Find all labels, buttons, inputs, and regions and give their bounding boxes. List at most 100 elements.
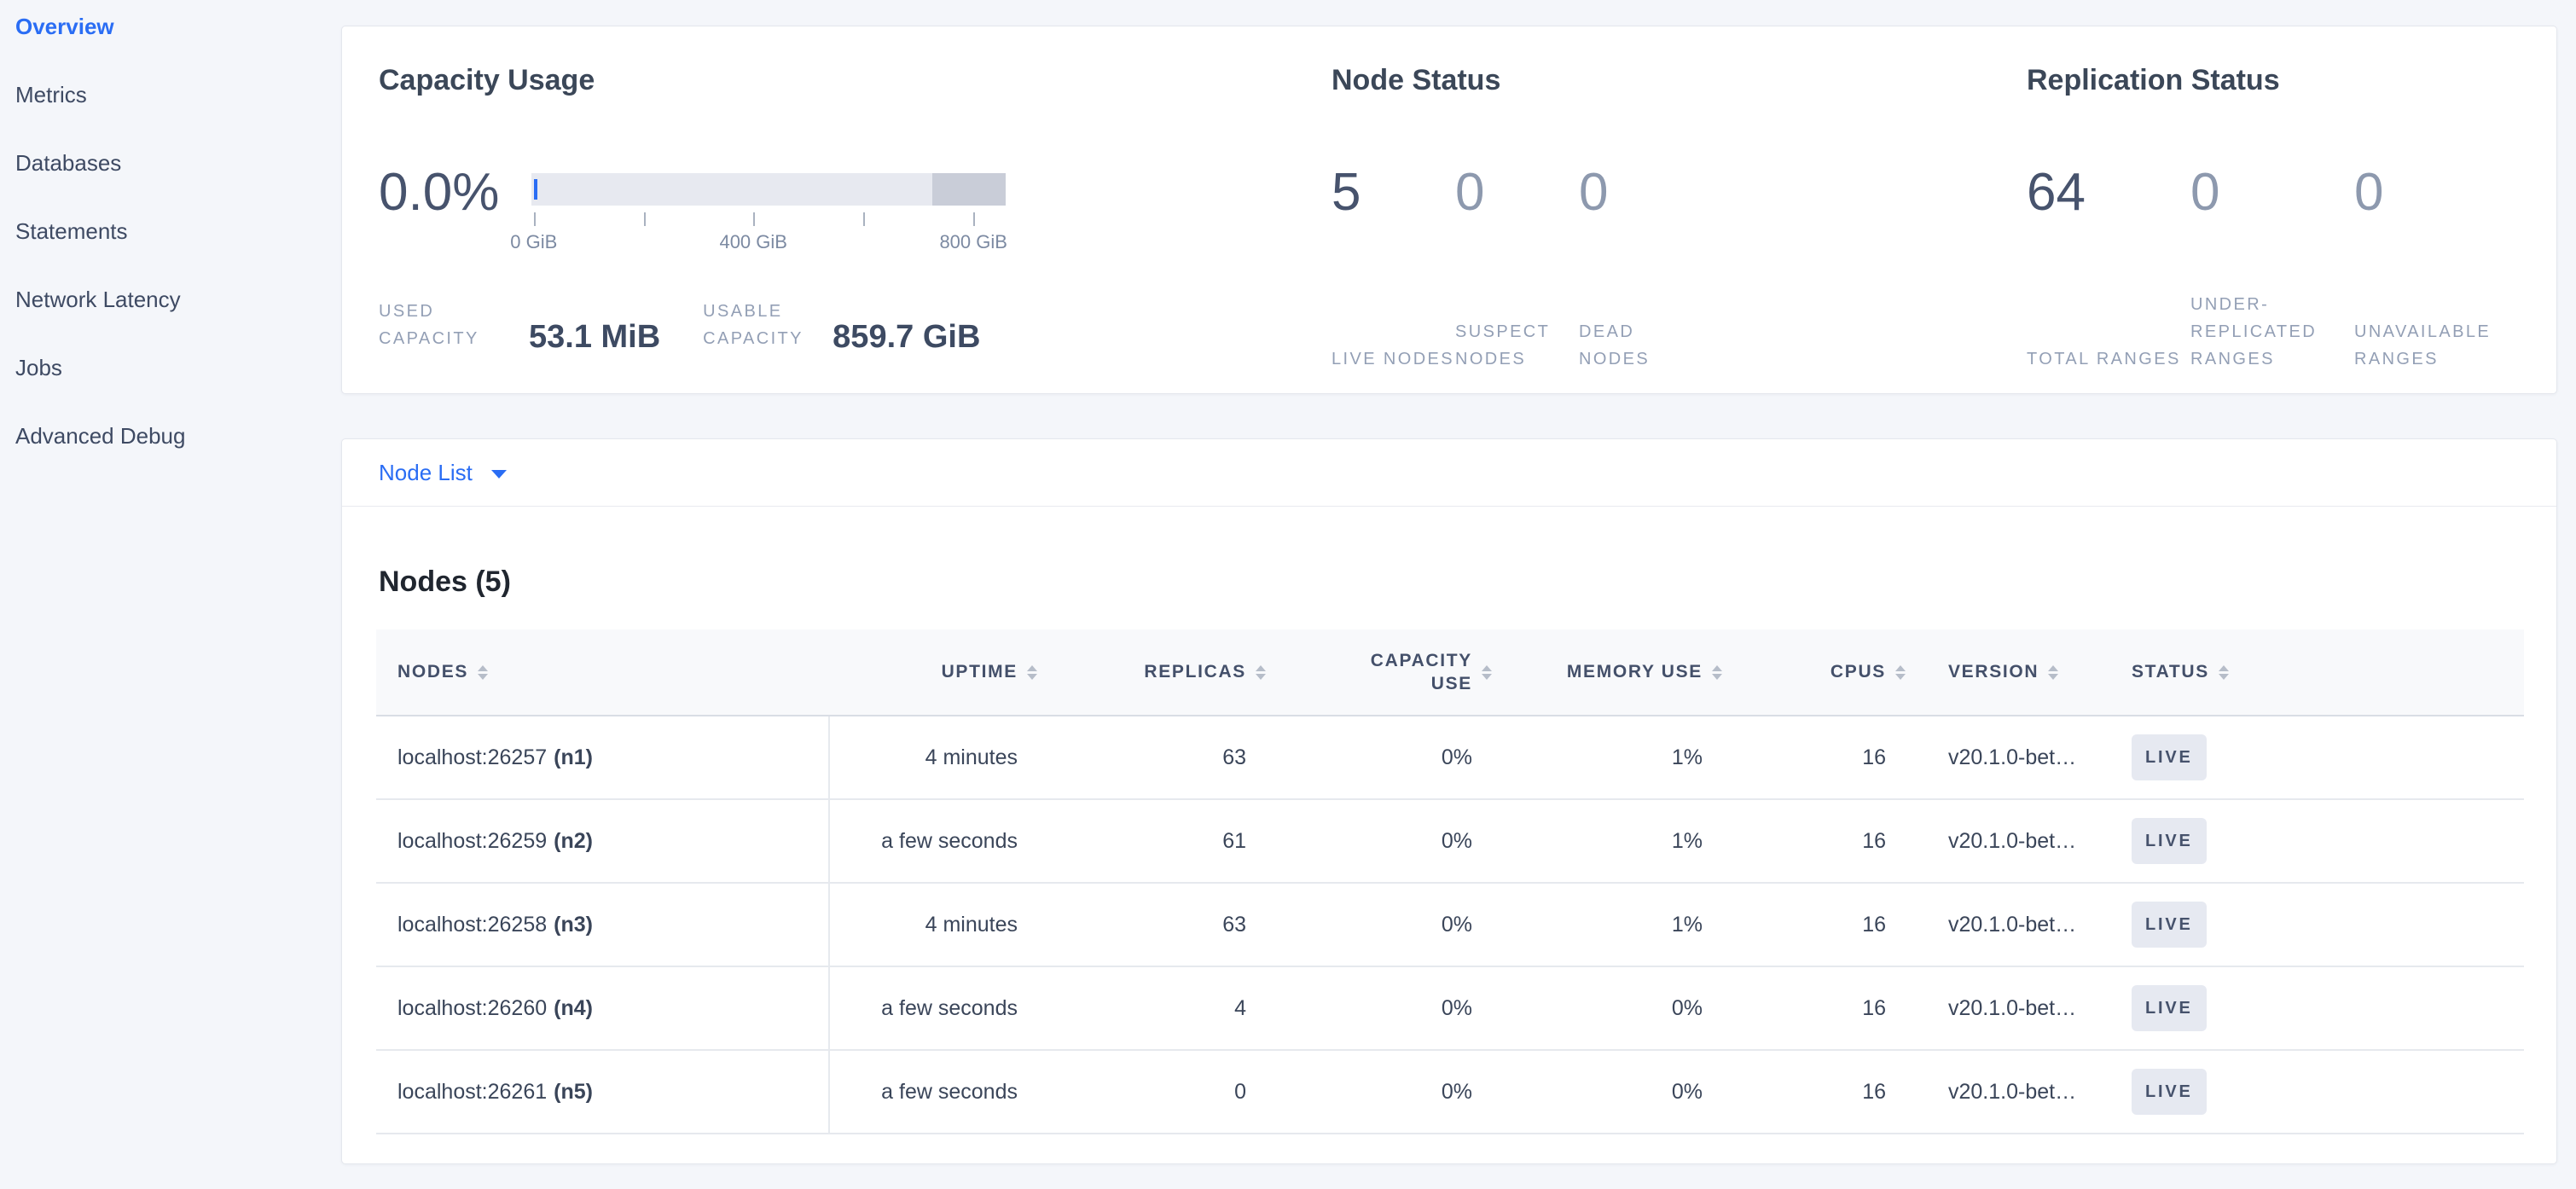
column-header-version[interactable]: VERSION [1912, 629, 2125, 715]
cell-cpus: 16 [1728, 967, 1912, 1049]
sort-icon [477, 665, 489, 680]
node-link[interactable]: localhost:26261(n5) [397, 1080, 593, 1105]
table-row: localhost:26259(n2)a few seconds610%1%16… [376, 800, 2524, 884]
node-link[interactable]: localhost:26258(n3) [397, 913, 593, 937]
cell-status: LIVE [2125, 716, 2524, 798]
cell-uptime: 4 minutes [830, 716, 1043, 798]
capacity-axis-ticks [531, 212, 1006, 226]
axis-tick-label: 800 GiB [939, 231, 1007, 253]
status-badge: LIVE [2132, 902, 2207, 948]
column-header-replicas[interactable]: REPLICAS [1043, 629, 1272, 715]
column-header-cpus[interactable]: CPUS [1728, 629, 1912, 715]
table-row: localhost:26260(n4)a few seconds40%0%16v… [376, 967, 2524, 1051]
node-list-dropdown[interactable]: Node List [379, 460, 507, 486]
node-id: (n5) [554, 1080, 593, 1104]
node-link[interactable]: localhost:26260(n4) [397, 996, 593, 1021]
nodes-count-title: Nodes (5) [379, 566, 511, 599]
capacity-used-marker [534, 179, 537, 200]
column-header-label: UPTIME [942, 662, 1018, 682]
sort-desc-arrow [1895, 674, 1906, 680]
node-link[interactable]: localhost:26257(n1) [397, 745, 593, 770]
replication-status-labels: TOTAL RANGESUNDER-REPLICATED RANGESUNAVA… [2027, 282, 2518, 373]
axis-tick [753, 212, 755, 226]
cell-capacity-use: 0% [1272, 800, 1498, 882]
sort-icon [1711, 665, 1723, 680]
node-link[interactable]: localhost:26259(n2) [397, 829, 593, 854]
cell-cpus: 16 [1728, 1051, 1912, 1133]
cell-cpus: 16 [1728, 884, 1912, 966]
cell-capacity-use: 0% [1272, 967, 1498, 1049]
sort-icon [1026, 665, 1038, 680]
cell-replicas: 63 [1043, 716, 1272, 798]
cell-memory-use: 0% [1498, 1051, 1728, 1133]
sort-icon [1481, 665, 1493, 680]
sort-asc-arrow [1895, 665, 1906, 671]
sidebar-item-databases[interactable]: Databases [0, 129, 337, 197]
replication-status-values: 6400 [2027, 166, 2518, 219]
sidebar-item-metrics[interactable]: Metrics [0, 61, 337, 129]
sort-asc-arrow [1482, 665, 1492, 671]
capacity-bar-track [531, 173, 1006, 206]
node-status-value-dead-nodes: 0 [1579, 166, 1703, 219]
capacity-used-percent: 0.0% [379, 166, 499, 219]
sort-icon [1255, 665, 1267, 680]
column-header-label: MEMORY USE [1567, 662, 1703, 682]
cell-version: v20.1.0-bet… [1912, 716, 2125, 798]
replication-label-total-ranges: TOTAL RANGES [2027, 345, 2190, 373]
cell-version: v20.1.0-bet… [1912, 967, 2125, 1049]
column-header-nodes[interactable]: NODES [376, 629, 830, 715]
usable-capacity-label: USABLE CAPACITY [703, 298, 821, 352]
sidebar-item-jobs[interactable]: Jobs [0, 334, 337, 402]
axis-tick-label: 0 GiB [510, 231, 557, 253]
cell-status: LIVE [2125, 1051, 2524, 1133]
sort-desc-arrow [1256, 674, 1266, 680]
cell-memory-use: 0% [1498, 967, 1728, 1049]
node-status-value-live-nodes: 5 [1332, 166, 1455, 219]
sidebar-item-statements[interactable]: Statements [0, 197, 337, 265]
cell-cpus: 16 [1728, 716, 1912, 798]
sort-desc-arrow [1712, 674, 1722, 680]
column-header-label: VERSION [1948, 662, 2039, 682]
node-id: (n1) [554, 745, 593, 769]
sidebar-nav-list: OverviewMetricsDatabasesStatementsNetwor… [0, 0, 337, 470]
cell-uptime: a few seconds [830, 967, 1043, 1049]
usable-capacity-value: 859.7 GiB [833, 320, 980, 354]
axis-tick-label: 400 GiB [719, 231, 787, 253]
column-header-memory-use[interactable]: MEMORY USE [1498, 629, 1728, 715]
column-header-capacity-use[interactable]: CAPACITY USE [1272, 629, 1498, 715]
sort-icon [1894, 665, 1906, 680]
cell-node: localhost:26259(n2) [376, 800, 830, 882]
cell-capacity-use: 0% [1272, 1051, 1498, 1133]
column-header-label: REPLICAS [1144, 662, 1246, 682]
sort-desc-arrow [1027, 674, 1037, 680]
sidebar-item-advanced-debug[interactable]: Advanced Debug [0, 402, 337, 470]
sort-asc-arrow [478, 665, 488, 671]
node-id: (n3) [554, 913, 593, 937]
status-badge: LIVE [2132, 734, 2207, 780]
cluster-summary-card: Capacity Usage 0.0% 0 GiB400 GiB800 GiB … [341, 26, 2557, 394]
sidebar-item-network-latency[interactable]: Network Latency [0, 265, 337, 334]
capacity-axis-labels: 0 GiB400 GiB800 GiB [531, 231, 1006, 253]
node-status-labels: LIVE NODESSUSPECT NODESDEAD NODES [1332, 282, 1703, 373]
table-row: localhost:26261(n5)a few seconds00%0%16v… [376, 1051, 2524, 1134]
cell-uptime: a few seconds [830, 800, 1043, 882]
column-header-uptime[interactable]: UPTIME [830, 629, 1043, 715]
capacity-bar-reserved-segment [932, 173, 1006, 206]
cell-status: LIVE [2125, 884, 2524, 966]
cluster-overview-page: OverviewMetricsDatabasesStatementsNetwor… [0, 0, 2576, 1189]
replication-value-unavailable-ranges: 0 [2354, 166, 2518, 219]
cell-node: localhost:26258(n3) [376, 884, 830, 966]
node-status-value-suspect-nodes: 0 [1455, 166, 1579, 219]
sort-icon [2047, 665, 2059, 680]
node-status-label-dead-nodes: DEAD NODES [1579, 318, 1703, 373]
cell-capacity-use: 0% [1272, 716, 1498, 798]
node-status-label-live-nodes: LIVE NODES [1332, 345, 1455, 373]
column-header-status[interactable]: STATUS [2125, 629, 2524, 715]
column-header-label: NODES [397, 662, 468, 682]
sidebar-item-overview[interactable]: Overview [0, 0, 337, 61]
cell-uptime: a few seconds [830, 1051, 1043, 1133]
cell-node: localhost:26257(n1) [376, 716, 830, 798]
sidebar: OverviewMetricsDatabasesStatementsNetwor… [0, 0, 337, 1189]
axis-tick [863, 212, 865, 226]
node-id: (n2) [554, 829, 593, 853]
